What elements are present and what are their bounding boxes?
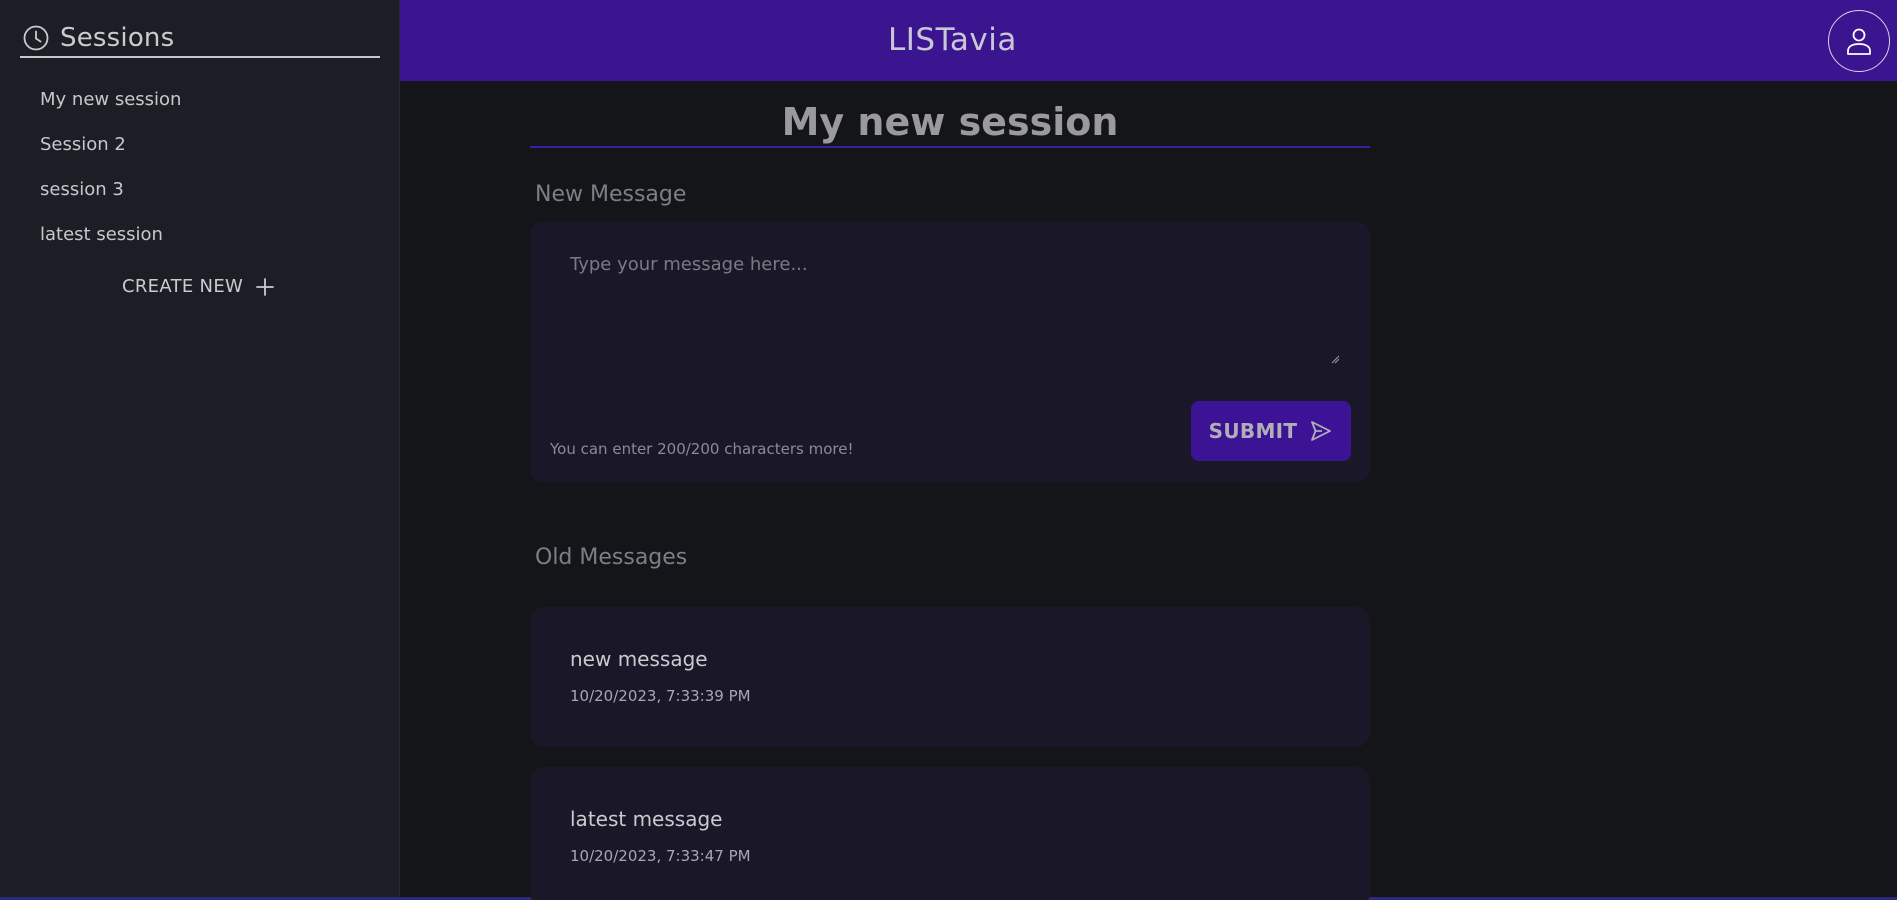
sidebar-item-my-new-session[interactable]: My new session [40,86,181,131]
clock-icon [22,24,50,52]
app-window: Sessions My new session Session 2 sessio… [0,0,1897,900]
create-new-label: CREATE NEW [122,276,244,297]
old-messages-label: Old Messages [535,545,688,570]
submit-button[interactable]: SUBMIT [1191,401,1351,461]
sidebar-header: Sessions [20,20,380,58]
page-title: My new session [530,96,1370,148]
message-input[interactable] [566,244,1338,384]
old-message-timestamp: 10/20/2023, 7:33:39 PM [570,687,751,705]
resize-grip-icon[interactable] [1330,349,1340,364]
create-new-button[interactable]: CREATE NEW [122,276,275,297]
session-list: My new session Session 2 session 3 lates… [40,86,181,266]
sidebar-item-session-3[interactable]: session 3 [40,176,181,221]
old-message-card: new message 10/20/2023, 7:33:39 PM [530,607,1370,747]
new-message-label: New Message [535,182,687,207]
char-count-text: You can enter 200/200 characters more! [550,440,854,458]
brand-title: LISTavia [888,22,1017,58]
user-icon [1845,26,1873,56]
top-bar [400,0,1897,81]
sidebar: Sessions My new session Session 2 sessio… [0,0,400,897]
old-message-card: latest message 10/20/2023, 7:33:47 PM [530,767,1370,900]
old-message-text: latest message [570,807,723,831]
sidebar-item-session-2[interactable]: Session 2 [40,131,181,176]
plus-icon [255,277,275,297]
user-avatar-button[interactable] [1828,10,1890,72]
new-message-card: You can enter 200/200 characters more! S… [530,222,1370,482]
sidebar-title: Sessions [60,23,175,53]
old-message-timestamp: 10/20/2023, 7:33:47 PM [570,847,751,865]
send-icon [1309,419,1333,443]
submit-label: SUBMIT [1208,419,1298,443]
sidebar-item-latest-session[interactable]: latest session [40,221,181,266]
old-message-text: new message [570,647,708,671]
